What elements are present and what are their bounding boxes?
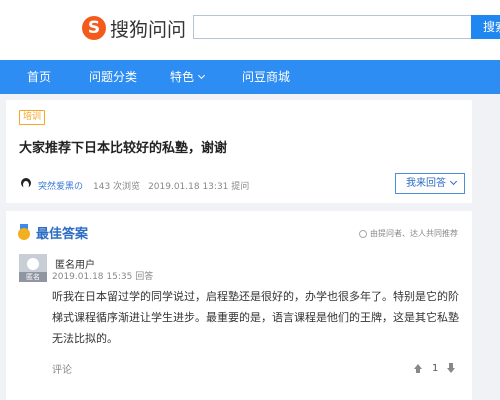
qq-avatar-icon[interactable] xyxy=(19,178,33,192)
user-silhouette-icon xyxy=(27,258,39,270)
sogou-logo-icon: S xyxy=(82,16,106,40)
question-time: 2019.01.18 13:31 提问 xyxy=(148,181,250,192)
vote-count: 1 xyxy=(432,362,439,374)
search-button[interactable]: 搜索 xyxy=(471,15,500,39)
downvote-icon[interactable] xyxy=(446,363,456,373)
nav-item-label: 问豆商城 xyxy=(242,70,291,84)
upvote-icon[interactable] xyxy=(413,363,423,373)
chevron-down-icon xyxy=(197,71,206,80)
info-icon xyxy=(359,229,367,238)
category-tag[interactable]: 培训 xyxy=(19,110,46,125)
question-author[interactable]: 突然爱黑の xyxy=(38,179,83,192)
avatar: 匿名 xyxy=(19,254,47,282)
best-answer-header: 最佳答案 xyxy=(17,223,89,242)
question-meta: 突然爱黑の 143 次浏览 2019.01.18 13:31 提问 xyxy=(19,178,249,192)
nav-item-store[interactable]: 问豆商城 xyxy=(242,60,290,94)
view-count: 143 次浏览 xyxy=(93,181,141,192)
answer-time: 2019.01.18 15:35 回答 xyxy=(52,272,154,282)
site-header: S 搜狗问问 搜索 xyxy=(0,0,500,60)
medal-icon xyxy=(17,224,31,240)
nav-item-features[interactable]: 特色 xyxy=(170,60,206,94)
comment-link[interactable]: 评论 xyxy=(52,361,72,376)
nav-item-label: 问题分类 xyxy=(89,70,138,84)
sogou-logo[interactable]: S 搜狗问问 xyxy=(82,14,186,42)
recommend-note: 由提问者、达人共同推荐 xyxy=(359,228,458,239)
logo-text: 搜狗问问 xyxy=(110,18,187,41)
recommend-text: 由提问者、达人共同推荐 xyxy=(370,229,458,238)
nav-item-label: 首页 xyxy=(27,70,52,84)
question-title: 大家推荐下日本比较好的私塾，谢谢 xyxy=(19,141,228,156)
answer-line: 梯式课程循序渐进让学生进步。最重要的是，语言课程是他们的王牌，这是其它私塾 xyxy=(52,311,459,324)
answer-text: 听我在日本留过学的同学说过，启程塾还是很好的，办学也很多年了。特别是它的阶 梯式… xyxy=(52,286,464,349)
avatar-label: 匿名 xyxy=(19,272,47,282)
answer-button[interactable]: 我来回答 xyxy=(395,173,465,194)
nav-item-categories[interactable]: 问题分类 xyxy=(89,60,137,94)
answer-button-label: 我来回答 xyxy=(406,178,446,189)
answer-line: 听我在日本留过学的同学说过，启程塾还是很好的，办学也很多年了。特别是它的阶 xyxy=(52,290,459,303)
answer-line: 无法比拟的。 xyxy=(52,332,118,345)
search-input[interactable] xyxy=(193,15,471,39)
vote-area: 1 xyxy=(413,361,456,375)
nav-item-label: 特色 xyxy=(170,70,195,84)
question-card: 培训 大家推荐下日本比较好的私塾，谢谢 突然爱黑の 143 次浏览 2019.0… xyxy=(6,100,472,203)
chevron-down-icon xyxy=(449,177,458,186)
main-nav: 首页 问题分类 特色 问豆商城 xyxy=(0,60,500,94)
nav-item-home[interactable]: 首页 xyxy=(27,60,51,94)
best-answer-title: 最佳答案 xyxy=(36,226,89,242)
best-answer-card: 最佳答案 由提问者、达人共同推荐 匿名 匿名用户 2019.01.18 15:3… xyxy=(6,211,472,400)
